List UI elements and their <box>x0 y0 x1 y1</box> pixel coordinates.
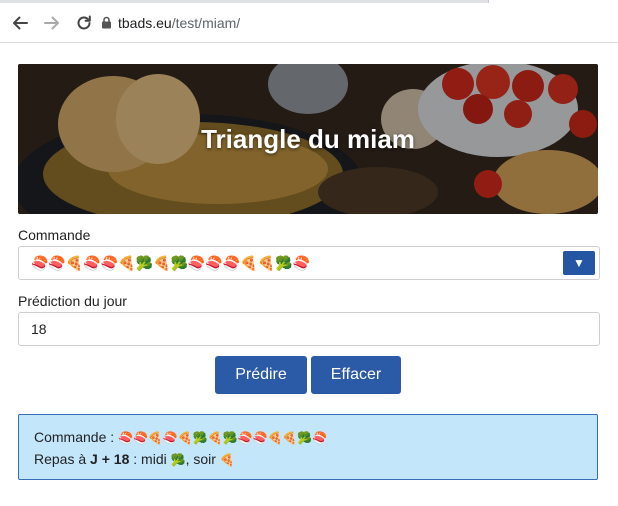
predict-button[interactable]: Prédire <box>215 356 307 394</box>
page-title: Triangle du miam <box>201 123 415 154</box>
commande-label: Commande <box>18 227 91 243</box>
result-repas-prefix: Repas à <box>34 451 87 467</box>
address-bar[interactable]: tbads.eu/test/miam/ <box>118 15 240 31</box>
pizza-icon: 🍕 <box>219 453 235 467</box>
url-domain: tbads.eu <box>118 15 172 31</box>
result-soir-text: , soir <box>185 451 216 467</box>
result-panel: Commande : 🍣🍣🍕🍣🍕🥦🍕🥦🍣🍣🍕🍕🥦🍣 Repas à J + 18… <box>18 414 598 480</box>
lock-icon <box>101 16 112 34</box>
result-repas-line: Repas à J + 18 : midi 🥦, soir 🍕 <box>34 451 235 467</box>
prediction-input[interactable]: 18 <box>18 312 600 346</box>
prediction-label: Prédiction du jour <box>18 293 127 309</box>
forward-icon[interactable] <box>43 14 61 32</box>
chevron-down-icon: ▼ <box>573 256 585 270</box>
broccoli-icon: 🥦 <box>170 453 186 467</box>
reload-icon[interactable] <box>75 14 93 32</box>
dropdown-arrow-button[interactable]: ▼ <box>563 251 595 275</box>
result-commande-label: Commande : <box>34 429 115 445</box>
url-path: /test/miam/ <box>171 15 241 31</box>
browser-toolbar: tbads.eu/test/miam/ <box>0 3 618 43</box>
back-icon[interactable] <box>11 14 29 32</box>
prediction-value: 18 <box>31 321 47 337</box>
result-midi-text: : midi <box>133 451 167 467</box>
result-repas-day: J + 18 <box>90 451 130 467</box>
result-commande-value: 🍣🍣🍕🍣🍕🥦🍕🥦🍣🍣🍕🍕🥦🍣 <box>118 431 328 445</box>
clear-button[interactable]: Effacer <box>311 356 401 394</box>
commande-select[interactable]: 🍣🍣🍕🍣🍣🍕🥦🍕🥦🍣🍣🍣🍕🍕🥦🍣 ▼ <box>18 246 600 280</box>
result-commande-line: Commande : 🍣🍣🍕🍣🍕🥦🍕🥦🍣🍣🍕🍕🥦🍣 <box>34 429 327 445</box>
commande-value: 🍣🍣🍕🍣🍣🍕🥦🍕🥦🍣🍣🍣🍕🍕🥦🍣 <box>31 255 310 271</box>
hero-banner: Triangle du miam <box>18 64 598 214</box>
